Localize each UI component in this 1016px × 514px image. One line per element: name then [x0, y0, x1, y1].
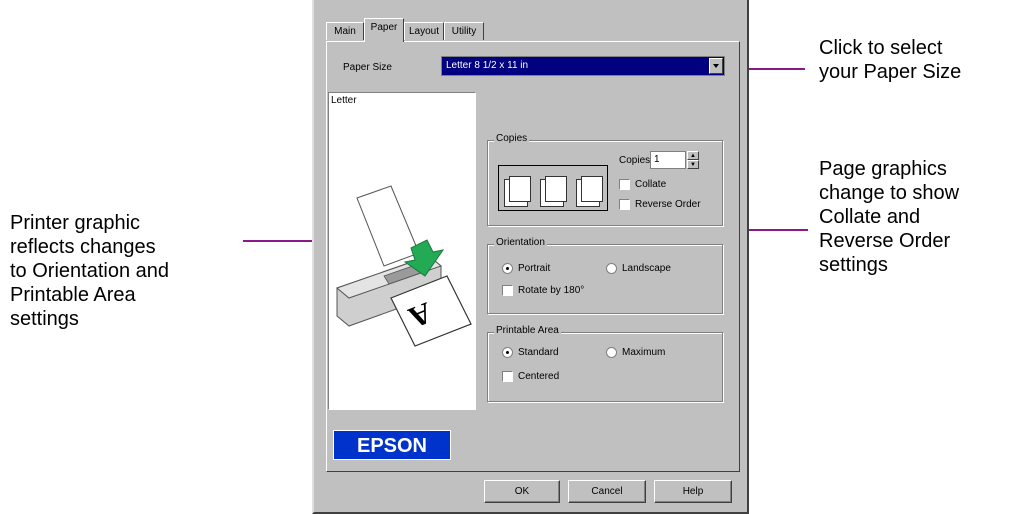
portrait-radio[interactable]	[502, 263, 513, 274]
chevron-down-icon	[713, 64, 719, 68]
collate-checkbox[interactable]	[619, 179, 630, 190]
callout-line-4: Printable Area	[10, 284, 136, 306]
copies-group-label: Copies	[494, 133, 530, 144]
page-graphics-callout: Page graphics change to show Collate and…	[819, 157, 959, 277]
rotate-180-checkbox[interactable]	[502, 285, 513, 296]
page-stack-icon	[545, 176, 567, 202]
epson-logo: EPSON	[333, 430, 451, 460]
collate-label: Collate	[635, 179, 667, 190]
paper-size-callout: Click to select your Paper Size	[819, 36, 961, 84]
copies-group: Copies Copies 1 ▲ ▼ Collate Reverse Orde…	[487, 133, 723, 226]
reverse-order-label: Reverse Order	[635, 199, 701, 210]
centered-checkbox[interactable]	[502, 371, 513, 382]
paper-size-label: Paper Size	[343, 62, 392, 73]
callout-line-4: Reverse Order	[819, 230, 951, 252]
cancel-button[interactable]: Cancel	[568, 480, 646, 503]
standard-radio[interactable]	[502, 347, 513, 358]
printer-graphic-callout: Printer graphic reflects changes to Orie…	[10, 211, 169, 331]
centered-label: Centered	[518, 371, 560, 382]
dropdown-arrow-button[interactable]	[709, 58, 723, 74]
callout-line-2: change to show	[819, 182, 960, 204]
page-stack-icon	[581, 176, 603, 202]
standard-label: Standard	[518, 347, 559, 358]
printable-area-group-label: Printable Area	[494, 325, 561, 336]
orientation-group-label: Orientation	[494, 237, 547, 248]
callout-line-2: your Paper Size	[819, 61, 962, 83]
paper-size-value: Letter 8 1/2 x 11 in	[446, 60, 529, 71]
maximum-radio[interactable]	[606, 347, 617, 358]
callout-line-1: Click to select	[819, 37, 943, 59]
orientation-group: Orientation Portrait Landscape Rotate by…	[487, 237, 723, 314]
copies-count-label: Copies	[619, 155, 651, 166]
tab-layout[interactable]: Layout	[404, 22, 444, 40]
ok-button[interactable]: OK	[484, 480, 560, 503]
callout-line-5: settings	[10, 308, 79, 330]
landscape-radio[interactable]	[606, 263, 617, 274]
copies-spin-up[interactable]: ▲	[687, 151, 699, 160]
printable-area-group: Printable Area Standard Maximum Centered	[487, 325, 723, 402]
landscape-label: Landscape	[622, 263, 671, 274]
tab-main[interactable]: Main	[326, 22, 364, 40]
page-stack-icon	[509, 176, 531, 202]
copies-count-input[interactable]: 1	[650, 151, 686, 169]
rotate-180-label: Rotate by 180°	[518, 285, 585, 296]
copies-page-graphics	[498, 165, 608, 211]
printer-illustration: A	[336, 185, 472, 347]
reverse-order-checkbox[interactable]	[619, 199, 630, 210]
paper-size-select[interactable]: Letter 8 1/2 x 11 in	[441, 56, 725, 76]
callout-line-1: Printer graphic	[10, 212, 141, 234]
callout-line-3: Collate and	[819, 206, 921, 228]
callout-line-1: Page graphics	[819, 158, 947, 180]
tab-utility[interactable]: Utility	[444, 22, 484, 40]
copies-count-value: 1	[654, 154, 660, 165]
callout-line-3: to Orientation and	[10, 260, 169, 282]
help-button[interactable]: Help	[654, 480, 732, 503]
maximum-label: Maximum	[622, 347, 666, 358]
callout-line-2: reflects changes	[10, 236, 156, 258]
callout-line-5: settings	[819, 254, 888, 276]
tab-paper[interactable]: Paper	[364, 18, 404, 42]
portrait-label: Portrait	[518, 263, 551, 274]
preview-paper-label: Letter	[331, 95, 357, 106]
printer-preview: Letter A	[328, 92, 476, 410]
paper-tab-panel: Paper Size Letter 8 1/2 x 11 in Letter A…	[326, 41, 740, 472]
printer-properties-dialog: Main Paper Layout Utility Paper Size Let…	[312, 0, 749, 514]
copies-spin-down[interactable]: ▼	[687, 160, 699, 169]
